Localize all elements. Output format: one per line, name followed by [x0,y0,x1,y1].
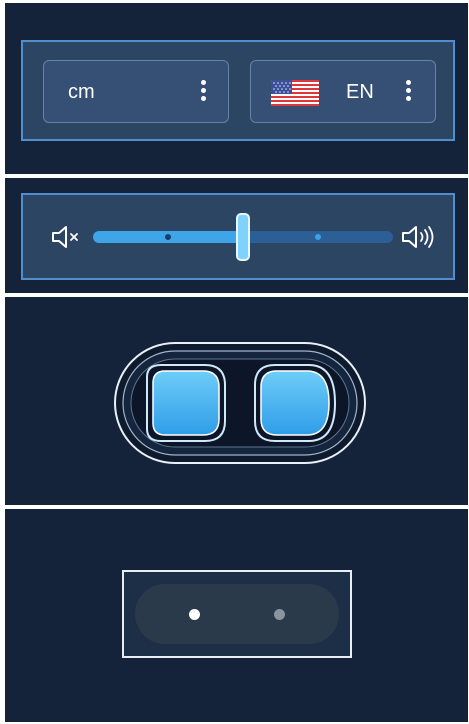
volume-up-icon[interactable] [399,223,439,251]
selector-panel: cm EN [5,3,468,174]
us-flag-icon [271,80,319,106]
more-vert-icon[interactable] [405,80,411,104]
toggle-panel [5,297,468,505]
left-toggle-button[interactable] [146,364,226,442]
dual-toggle-control [114,342,366,464]
volume-slider-group [21,193,455,280]
page-indicator-panel [5,509,468,722]
volume-slider-thumb[interactable] [236,213,250,261]
language-dropdown[interactable]: EN [250,60,436,123]
unit-dropdown-value: cm [68,81,95,103]
page-indicator [122,570,352,658]
volume-panel [5,178,468,293]
page-indicator-track [135,584,339,644]
page-dot-active[interactable] [189,609,200,620]
volume-tick-mark [315,234,321,240]
page-dot[interactable] [274,609,285,620]
unit-dropdown[interactable]: cm [43,60,229,123]
volume-tick-mark [165,234,171,240]
language-dropdown-value: EN [346,81,374,103]
more-vert-icon[interactable] [200,80,206,104]
selector-group: cm EN [21,40,455,141]
volume-mute-icon[interactable] [49,223,89,251]
